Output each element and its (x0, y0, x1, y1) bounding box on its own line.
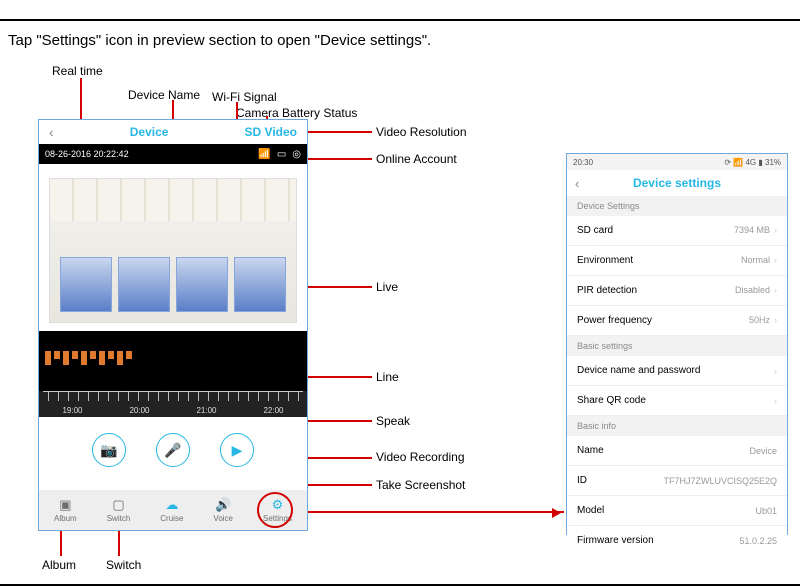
speak-button[interactable]: 🎤 (156, 433, 190, 467)
account-icon[interactable]: ◎ (292, 149, 301, 160)
anno-switch: Switch (106, 558, 141, 572)
anno-wifi: Wi-Fi Signal (212, 90, 277, 104)
cloud-icon: ☁ (165, 497, 178, 513)
time-tick: 21:00 (196, 406, 216, 415)
album-button[interactable]: ▣Album (54, 497, 77, 523)
settings-header: ‹ Device settings (567, 170, 787, 196)
anno-live: Live (376, 280, 398, 294)
anno-recording: Video Recording (376, 450, 465, 464)
section-device-settings: Device Settings (567, 196, 787, 216)
chevron-right-icon: › (774, 396, 777, 406)
time-tick: 19:00 (62, 406, 82, 415)
switch-button[interactable]: ▢Switch (107, 497, 131, 523)
time-tick: 20:00 (129, 406, 149, 415)
row-model: ModelUb01 (567, 496, 787, 526)
row-share-qr[interactable]: Share QR code› (567, 386, 787, 416)
anno-battery: Camera Battery Status (236, 106, 357, 120)
top-rule (0, 19, 800, 21)
anno-video-res: Video Resolution (376, 125, 467, 139)
row-firmware: Firmware version51.0.2.25 (567, 526, 787, 555)
cruise-button[interactable]: ☁Cruise (160, 497, 183, 523)
row-pir[interactable]: PIR detectionDisabled› (567, 276, 787, 306)
settings-screen: 20:30 ⟳ 📶 4G ▮ 31% ‹ Device settings Dev… (566, 153, 788, 535)
timeline-area (39, 331, 307, 391)
chevron-right-icon: › (774, 366, 777, 376)
status-icons: ⟳ 📶 4G ▮ 31% (724, 158, 781, 167)
row-environment[interactable]: EnvironmentNormal› (567, 246, 787, 276)
preview-header: ‹ Device SD Video (39, 120, 307, 144)
chevron-right-icon: › (774, 315, 777, 325)
settings-highlight-ring (257, 492, 293, 528)
row-id: IDTF7HJ7ZWLUVCISQ25E2Q (567, 466, 787, 496)
chevron-right-icon: › (774, 285, 777, 295)
battery-icon: ▭ (277, 149, 286, 160)
resolution-toggle[interactable]: SD Video (245, 125, 297, 139)
row-sd-card[interactable]: SD card7394 MB› (567, 216, 787, 246)
anno-online: Online Account (376, 152, 457, 166)
instruction-text: Tap "Settings" icon in preview section t… (8, 32, 431, 49)
section-basic-settings: Basic settings (567, 336, 787, 356)
section-basic-info: Basic info (567, 416, 787, 436)
status-bar: 08-26-2016 20:22:42 📶 ▭ ◎ (39, 144, 307, 164)
anno-device-name: Device Name (128, 88, 200, 102)
timestamp-label: 08-26-2016 20:22:42 (45, 149, 129, 159)
switch-icon: ▢ (112, 497, 124, 513)
settings-title: Device settings (633, 176, 721, 190)
settings-back-button[interactable]: ‹ (575, 176, 579, 191)
voice-button[interactable]: 🔊Voice (213, 497, 233, 523)
anno-speak: Speak (376, 414, 410, 428)
screenshot-button[interactable]: 📷 (92, 433, 126, 467)
anno-real-time: Real time (52, 64, 103, 78)
arrow-to-settings (308, 511, 564, 513)
timeline-ruler[interactable]: 19:00 20:00 21:00 22:00 (39, 391, 307, 417)
anno-album: Album (42, 558, 76, 572)
row-name: NameDevice (567, 436, 787, 466)
back-button[interactable]: ‹ (49, 124, 54, 140)
anno-line: Line (376, 370, 399, 384)
live-preview[interactable] (49, 178, 297, 323)
anno-screenshot: Take Screenshot (376, 478, 465, 492)
control-row: 📷 🎤 ▶ (39, 417, 307, 479)
time-tick: 22:00 (263, 406, 283, 415)
timeline-bars (45, 351, 301, 371)
status-time: 20:30 (573, 158, 593, 167)
preview-screen: ‹ Device SD Video 08-26-2016 20:22:42 📶 … (38, 119, 308, 531)
wifi-icon: 📶 (258, 149, 270, 160)
phone-status-bar: 20:30 ⟳ 📶 4G ▮ 31% (567, 154, 787, 170)
album-icon: ▣ (59, 497, 71, 513)
record-button[interactable]: ▶ (220, 433, 254, 467)
chevron-right-icon: › (774, 255, 777, 265)
leader-account (298, 158, 372, 160)
chevron-right-icon: › (774, 225, 777, 235)
row-name-pass[interactable]: Device name and password› (567, 356, 787, 386)
row-power-freq[interactable]: Power frequency50Hz› (567, 306, 787, 336)
speaker-icon: 🔊 (215, 497, 231, 513)
device-name-label: Device (130, 125, 169, 139)
